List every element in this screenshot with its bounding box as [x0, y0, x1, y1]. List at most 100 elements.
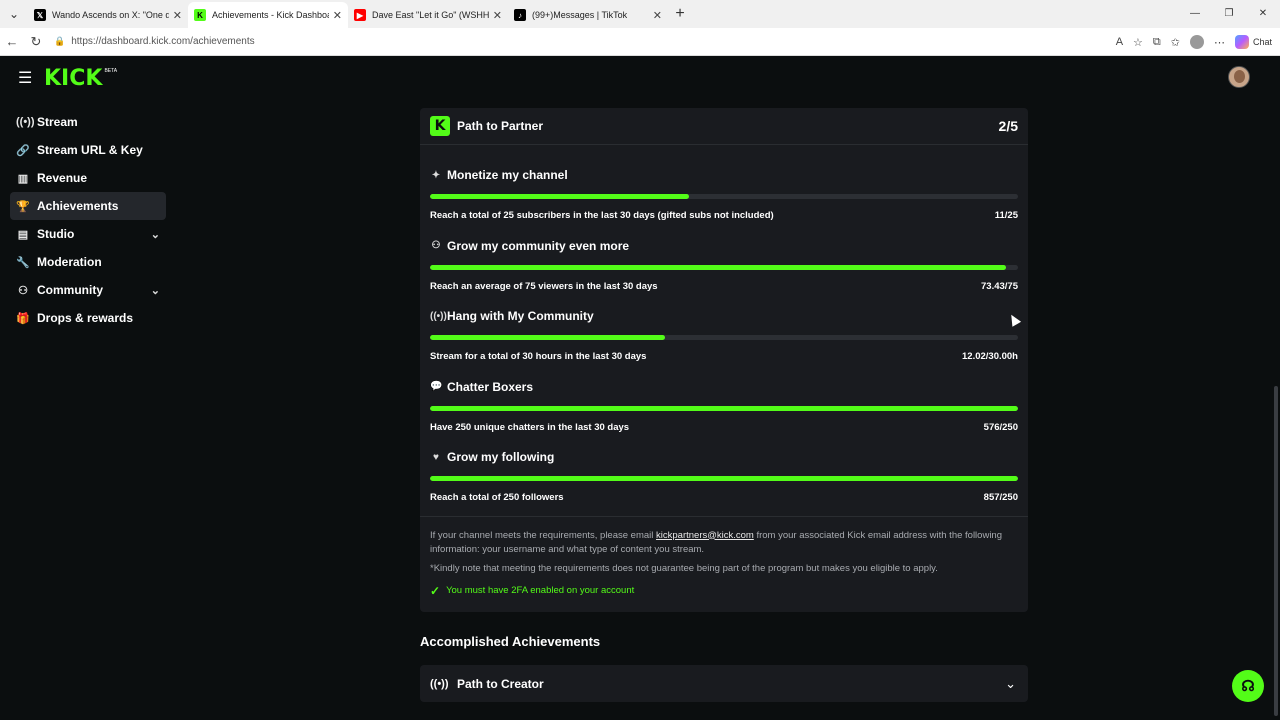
lock-icon: 🔒: [54, 36, 66, 46]
chevron-down-icon[interactable]: ⌄: [151, 228, 160, 241]
sidebar-item-moderation[interactable]: 🔧 Moderation: [10, 248, 166, 276]
broadcast-icon: ((•)): [430, 310, 447, 322]
goal-progress-text: 576/250: [983, 421, 1018, 433]
trophy-icon: 🏆: [16, 200, 30, 213]
profile-icon[interactable]: [1189, 35, 1204, 49]
browser-tab-active[interactable]: K Achievements - Kick Dashboard ✕: [188, 2, 348, 28]
goal-item: ♥ Grow my following Reach a total of 250 …: [430, 437, 1018, 508]
studio-icon: ▤: [17, 228, 29, 241]
restore-icon[interactable]: ❐: [1212, 0, 1246, 28]
extensions-icon[interactable]: ⧉: [1153, 36, 1161, 49]
progress-bar: [430, 476, 1018, 481]
refresh-icon[interactable]: ↻: [24, 34, 48, 50]
note-text: If your channel meets the requirements, …: [430, 529, 657, 541]
support-chat-button[interactable]: ☊: [1232, 670, 1264, 702]
chat-label: Chat: [1252, 37, 1272, 47]
progress-fill: [430, 335, 666, 340]
sidebar-item-label: Drops & rewards: [37, 311, 134, 325]
url-field[interactable]: 🔒 https://dashboard.kick.com/achievement…: [54, 36, 255, 47]
browser-tab[interactable]: ♪ (99+)Messages | TikTok ✕: [508, 2, 668, 28]
close-tab-icon[interactable]: ✕: [333, 9, 342, 22]
close-window-icon[interactable]: ✕: [1246, 0, 1280, 28]
goal-title: Grow my following: [447, 450, 555, 464]
browser-tab-bar: ⌄ 𝕏 Wando Ascends on X: "One day I ✕ K A…: [0, 0, 1280, 28]
accomplished-item-path-to-creator[interactable]: ((•)) Path to Creator ⌄: [420, 665, 1028, 702]
path-to-partner-card: K Path to Partner 2/5 ✦ Monetize my chann…: [420, 108, 1028, 612]
sidebar-item-studio[interactable]: ▤ Studio ⌄: [10, 220, 166, 248]
minimize-icon[interactable]: —: [1178, 0, 1212, 28]
url-text: https://dashboard.kick.com/achievements: [71, 36, 255, 47]
favorites-icon[interactable]: ✩: [1171, 36, 1180, 49]
goal-title: Hang with My Community: [447, 309, 594, 323]
progress-fill: [430, 194, 689, 199]
progress-bar: [430, 405, 1018, 411]
copilot-chat-button[interactable]: Chat: [1234, 35, 1272, 49]
goal-description: Reach a total of 25 subscribers in the l…: [430, 210, 774, 221]
card-header: K Path to Partner 2/5: [420, 108, 1028, 145]
tab-title: Wando Ascends on X: "One day I: [52, 10, 169, 20]
window-controls: — ❐ ✕: [1178, 0, 1280, 28]
user-avatar[interactable]: [1228, 66, 1250, 88]
wrench-icon: 🔧: [16, 256, 30, 269]
goal-list: ✦ Monetize my channel Reach a total of 25…: [420, 145, 1028, 508]
card-title: Path to Partner: [457, 119, 544, 133]
chart-icon: ▥: [17, 172, 29, 185]
progress-fill: [430, 264, 1006, 270]
goal-progress-text: 73.43/75: [981, 280, 1018, 292]
completed-count: 2/5: [998, 118, 1018, 134]
tab-actions-menu-icon[interactable]: ⌄: [0, 0, 28, 28]
chevron-down-icon[interactable]: ⌄: [1005, 676, 1016, 692]
sparkle-icon: ✦: [431, 169, 441, 181]
goal-item: ⚇ Grow my community even more Reach an av…: [430, 226, 1018, 297]
email-link[interactable]: kickpartners@kick.com: [656, 530, 754, 541]
browser-toolbar: A ☆ ⧉ ✩ ⋯ Chat: [1116, 28, 1272, 56]
people-icon: ⚇: [431, 240, 441, 251]
checkmark-icon: ✓: [430, 583, 441, 598]
tiktok-icon: ♪: [514, 9, 526, 21]
new-tab-icon[interactable]: +: [668, 5, 692, 23]
tab-title: (99+)Messages | TikTok: [532, 10, 628, 20]
favorite-star-icon[interactable]: ☆: [1133, 36, 1143, 49]
hamburger-menu-icon[interactable]: ☰: [18, 68, 38, 88]
read-aloud-icon[interactable]: A: [1116, 36, 1123, 48]
requirement-2fa: ✓ You must have 2FA enabled on your acco…: [430, 584, 1018, 598]
progress-bar: [430, 194, 1018, 199]
back-icon[interactable]: ←: [0, 34, 24, 49]
more-icon[interactable]: ⋯: [1214, 36, 1225, 49]
accomplished-heading: Accomplished Achievements: [420, 634, 601, 649]
sidebar-item-label: Stream URL & Key: [37, 143, 143, 157]
progress-fill: [430, 405, 1018, 411]
copilot-icon: [1234, 35, 1249, 49]
chevron-down-icon[interactable]: ⌄: [151, 284, 160, 297]
beta-badge: BETA: [104, 68, 118, 74]
broadcast-icon: ((•)): [430, 677, 449, 690]
requirement-text: You must have 2FA enabled on your accoun…: [446, 584, 635, 596]
sidebar-item-community[interactable]: ⚇ Community ⌄: [10, 276, 166, 304]
browser-tab[interactable]: 𝕏 Wando Ascends on X: "One day I ✕: [28, 2, 188, 28]
sidebar-item-label: Revenue: [37, 171, 88, 185]
link-icon: 🔗: [16, 144, 30, 157]
goal-description: Reach an average of 75 viewers in the la…: [430, 280, 658, 292]
eligibility-note: *Kindly note that meeting the requiremen…: [430, 562, 938, 574]
sidebar-item-stream-url-key[interactable]: 🔗 Stream URL & Key: [10, 136, 166, 164]
sidebar-item-revenue[interactable]: ▥ Revenue: [10, 164, 166, 192]
close-tab-icon[interactable]: ✕: [173, 9, 182, 22]
browser-tab[interactable]: ▶ Dave East "Let it Go" (WSHH Exclu ✕: [348, 2, 508, 28]
goal-title: Grow my community even more: [447, 238, 630, 253]
sidebar: ((•)) Stream 🔗 Stream URL & Key ▥ Revenu…: [10, 108, 166, 332]
top-bar: ☰ KICK BETA: [0, 56, 1280, 100]
tab-title: Achievements - Kick Dashboard: [212, 10, 329, 20]
sidebar-item-drops-rewards[interactable]: 🎁 Drops & rewards: [10, 304, 166, 332]
kick-logo[interactable]: KICK: [44, 66, 102, 91]
sidebar-item-label: Moderation: [37, 255, 102, 269]
goal-title: Chatter Boxers: [447, 379, 534, 394]
headset-icon: ☊: [1241, 678, 1255, 695]
sidebar-item-label: Studio: [37, 227, 75, 241]
scrollbar[interactable]: [1274, 386, 1278, 716]
community-icon: ⚇: [18, 284, 28, 297]
sidebar-item-achievements[interactable]: 🏆 Achievements: [10, 192, 166, 220]
close-tab-icon[interactable]: ✕: [653, 9, 662, 22]
kick-badge-icon: K: [430, 116, 450, 136]
sidebar-item-stream[interactable]: ((•)) Stream: [10, 108, 166, 136]
close-tab-icon[interactable]: ✕: [493, 9, 502, 22]
